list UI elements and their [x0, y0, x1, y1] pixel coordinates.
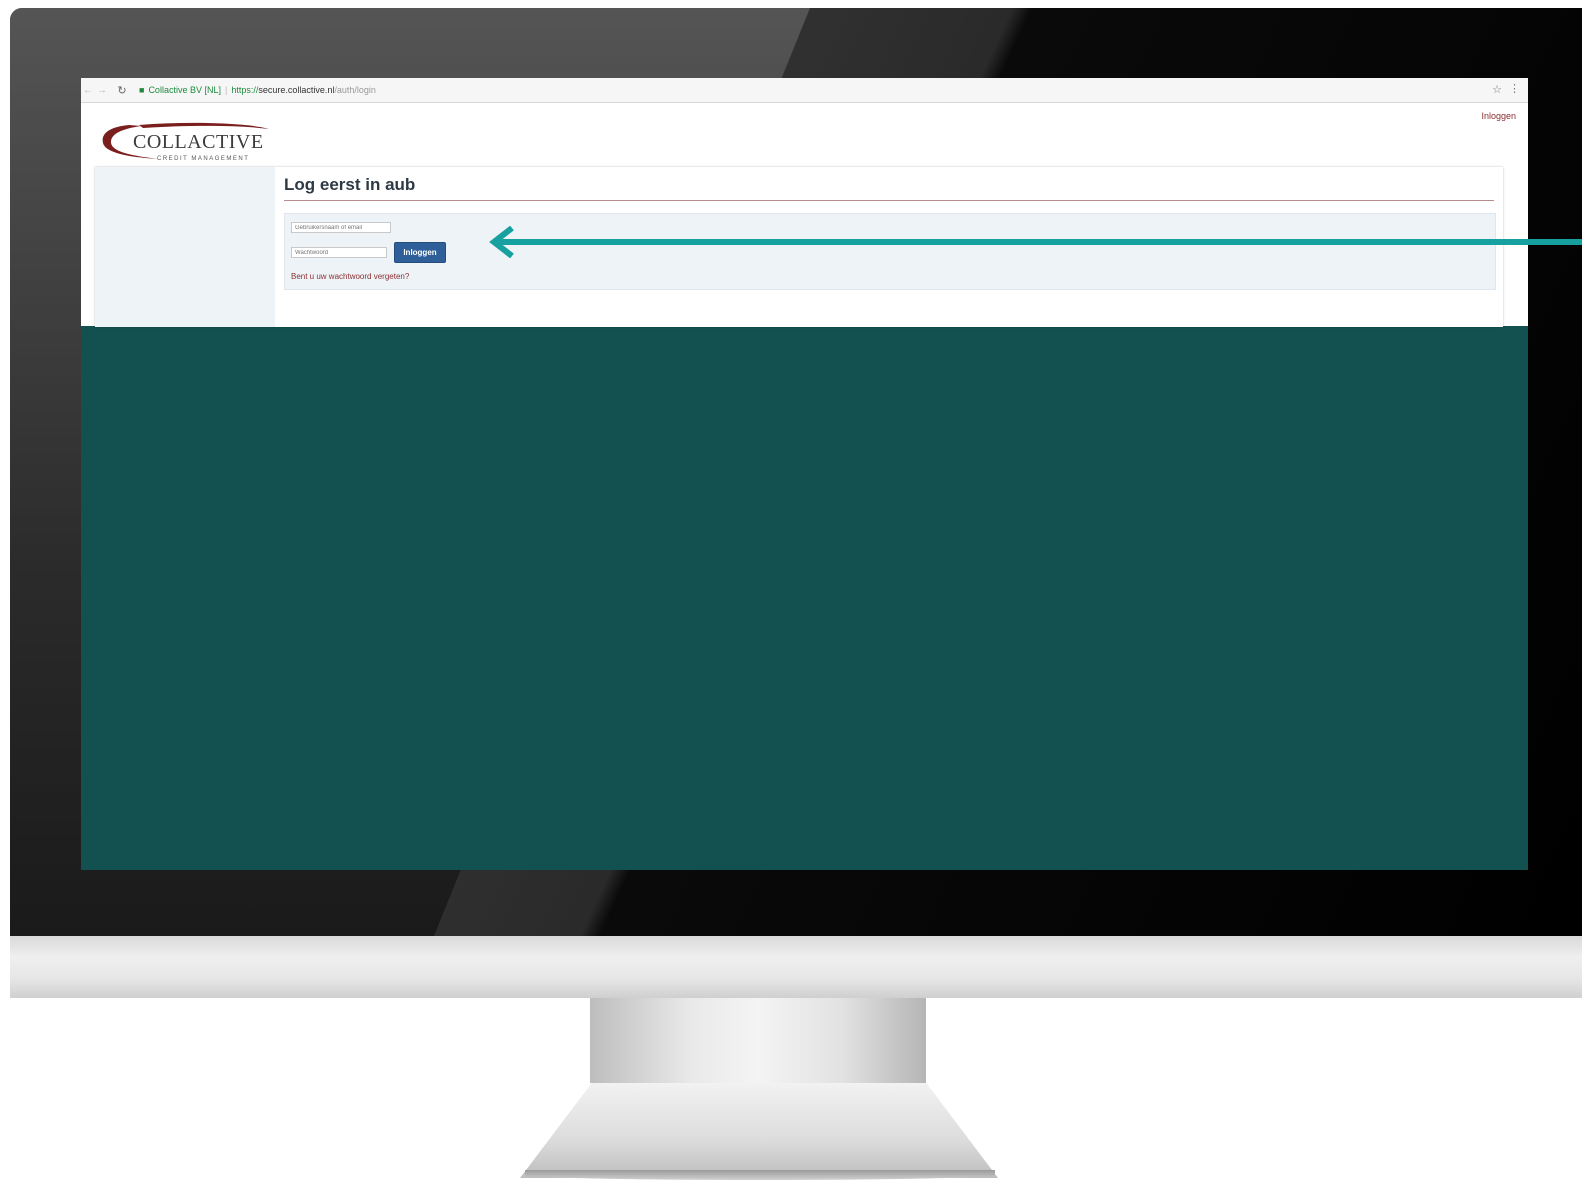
url-separator: |	[224, 85, 228, 95]
browser-toolbar: ← → ↻ ■ Collactive BV [NL] | https://sec…	[81, 78, 1528, 103]
url-text: https://secure.collactive.nl/auth/login	[231, 85, 376, 95]
url-host: secure.collactive.nl	[258, 85, 335, 95]
address-bar[interactable]: ■ Collactive BV [NL] | https://secure.co…	[139, 85, 376, 95]
site-identity: Collactive BV [NL]	[148, 85, 221, 95]
url-scheme: https://	[231, 85, 259, 95]
sidebar	[95, 167, 275, 327]
page-title: Log eerst in aub	[284, 175, 416, 194]
monitor-stand-neck	[590, 998, 926, 1083]
collactive-logo[interactable]: COLLACTIVE CREDIT MANAGEMENT	[99, 121, 271, 167]
back-arrow-icon[interactable]: ←	[81, 85, 95, 96]
monitor-screen: ← → ↻ ■ Collactive BV [NL] | https://sec…	[81, 78, 1528, 870]
monitor-stand-base	[520, 1083, 998, 1178]
title-divider	[284, 200, 1494, 201]
menu-icon[interactable]: ⋮	[1509, 82, 1520, 95]
header-login-link[interactable]: Inloggen	[1481, 111, 1516, 121]
url-path: /auth/login	[334, 85, 376, 95]
forward-arrow-icon[interactable]: →	[95, 85, 109, 96]
star-icon[interactable]: ☆	[1492, 83, 1502, 96]
forgot-password-link[interactable]: Bent u uw wachtwoord vergeten?	[291, 272, 409, 281]
logo-text: COLLACTIVE	[133, 131, 264, 153]
logo-subtitle: CREDIT MANAGEMENT	[157, 156, 250, 162]
lock-icon: ■	[139, 85, 145, 95]
monitor-stand-shadow	[525, 1170, 995, 1180]
reload-icon[interactable]: ↻	[115, 84, 129, 97]
username-input[interactable]	[291, 222, 391, 233]
login-submit-button[interactable]: Inloggen	[394, 242, 446, 263]
password-input[interactable]	[291, 247, 387, 258]
web-page: Inloggen COLLACTIVE CREDIT MANAGEMENT Lo…	[81, 103, 1528, 327]
annotation-arrow-icon	[489, 226, 1582, 258]
monitor-chin	[10, 936, 1582, 998]
